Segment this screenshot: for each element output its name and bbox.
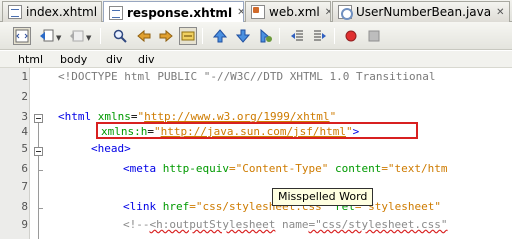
breadcrumb-item-body[interactable]: body <box>60 53 87 66</box>
code-line-9: <!--<h:outputStylesheet name="css/styles… <box>123 218 448 231</box>
last-edit-icon <box>40 29 54 42</box>
search-icon <box>113 29 127 43</box>
link-tag: <link <box>123 200 163 213</box>
line-number: 6 <box>21 162 28 175</box>
close-icon[interactable]: ✕ <box>496 7 504 18</box>
back-button[interactable] <box>68 27 86 45</box>
attr-value: ="text/htm <box>381 162 448 175</box>
close-icon[interactable]: ✕ <box>237 7 243 18</box>
editor-toolbar: ▼ ▼ <box>0 22 512 50</box>
xml-file-icon <box>251 5 265 19</box>
next-bookmark-button[interactable] <box>234 27 252 45</box>
tab-web-xml[interactable]: web.xml ✕ <box>245 1 331 22</box>
highlight-icon <box>181 31 195 41</box>
fold-toggle-html[interactable] <box>34 114 43 123</box>
tab-usernumberbean-java[interactable]: UserNumberBean.java ✕ <box>332 1 510 22</box>
misspelled-tag: <h:outputStylesheet <box>149 218 276 231</box>
line-number: 9 <box>21 218 28 231</box>
last-edit-button[interactable] <box>38 27 56 45</box>
toggle-bookmark-button[interactable] <box>256 27 274 45</box>
previous-bookmark-button[interactable] <box>211 27 229 45</box>
source-view-button[interactable] <box>13 27 31 45</box>
bookmark-toggle-icon <box>260 29 272 43</box>
attr-value: ="css/stylesheet.css" <box>308 218 448 231</box>
line-number: 1 <box>21 70 28 83</box>
breadcrumb-item-html[interactable]: html <box>18 53 43 66</box>
chevron-down-icon[interactable]: ▼ <box>86 34 91 42</box>
find-next-button[interactable] <box>157 27 175 45</box>
back-icon <box>70 30 84 42</box>
xhtml-file-icon <box>109 5 123 20</box>
shift-left-icon <box>291 30 303 41</box>
tab-index-xhtml[interactable]: index.xhtml ✕ <box>2 1 102 22</box>
find-previous-icon <box>137 29 151 43</box>
attr-name: name <box>275 218 309 231</box>
code-line-6: <meta http-equiv="Content-Type" content=… <box>123 162 448 175</box>
fold-toggle-head[interactable] <box>34 147 43 156</box>
tab-label: response.xhtml <box>127 5 233 20</box>
breadcrumb-item-div[interactable]: div <box>138 53 155 66</box>
close-icon[interactable]: ✕ <box>325 7 330 18</box>
tab-label: index.xhtml <box>26 5 98 19</box>
toggle-highlight-button[interactable] <box>179 27 197 45</box>
code-editor[interactable]: 1 2 3 4 5 6 7 8 9 <!DOCTYPE html PUBLIC … <box>0 68 512 239</box>
find-button[interactable] <box>111 27 129 45</box>
line-number: 2 <box>21 90 28 103</box>
misspelled-word-tooltip: Misspelled Word <box>272 188 374 206</box>
attr-name: href <box>162 200 190 213</box>
editor-tab-bar: index.xhtml ✕ response.xhtml ✕ web.xml ✕… <box>0 0 512 23</box>
line-number: 5 <box>21 142 28 155</box>
stop-icon <box>368 30 380 42</box>
chevron-down-icon[interactable]: ▼ <box>56 34 61 42</box>
breadcrumb: html body div div <box>0 51 512 68</box>
shift-right-button[interactable] <box>311 27 329 45</box>
highlight-annotation-box <box>96 122 418 139</box>
record-icon <box>345 30 357 42</box>
html-tag: <html <box>58 110 98 123</box>
start-macro-recording-button[interactable] <box>342 27 360 45</box>
attr-value: ="Content-Type" <box>228 162 329 175</box>
line-number: 8 <box>21 200 28 213</box>
xhtml-file-icon <box>8 5 22 19</box>
tab-label: web.xml <box>269 5 320 19</box>
shift-left-button[interactable] <box>288 27 306 45</box>
tab-response-xhtml[interactable]: response.xhtml ✕ <box>103 1 244 23</box>
stop-macro-recording-button[interactable] <box>365 27 383 45</box>
tab-label: UserNumberBean.java <box>356 5 492 19</box>
breadcrumb-item-div[interactable]: div <box>106 53 123 66</box>
code-line-1: <!DOCTYPE html PUBLIC "-//W3C//DTD XHTML… <box>58 70 436 83</box>
attr-name: content <box>328 162 382 175</box>
comment-start: <!-- <box>123 218 150 231</box>
bookmark-down-icon <box>236 29 250 43</box>
shift-right-icon <box>314 30 326 41</box>
source-icon <box>15 29 29 43</box>
java-file-icon <box>338 5 353 20</box>
line-number: 3 <box>21 110 28 123</box>
bookmark-up-icon <box>213 29 227 43</box>
line-number-gutter: 1 2 3 4 5 6 7 8 9 <box>0 68 30 239</box>
line-number: 7 <box>21 180 28 193</box>
code-line-5: <head> <box>91 142 131 155</box>
meta-tag: <meta <box>123 162 163 175</box>
attr-name: http-equiv <box>162 162 229 175</box>
find-next-icon <box>159 29 173 43</box>
find-previous-button[interactable] <box>135 27 153 45</box>
attr-value: ="css/sty <box>189 200 249 213</box>
line-number: 4 <box>21 125 28 138</box>
